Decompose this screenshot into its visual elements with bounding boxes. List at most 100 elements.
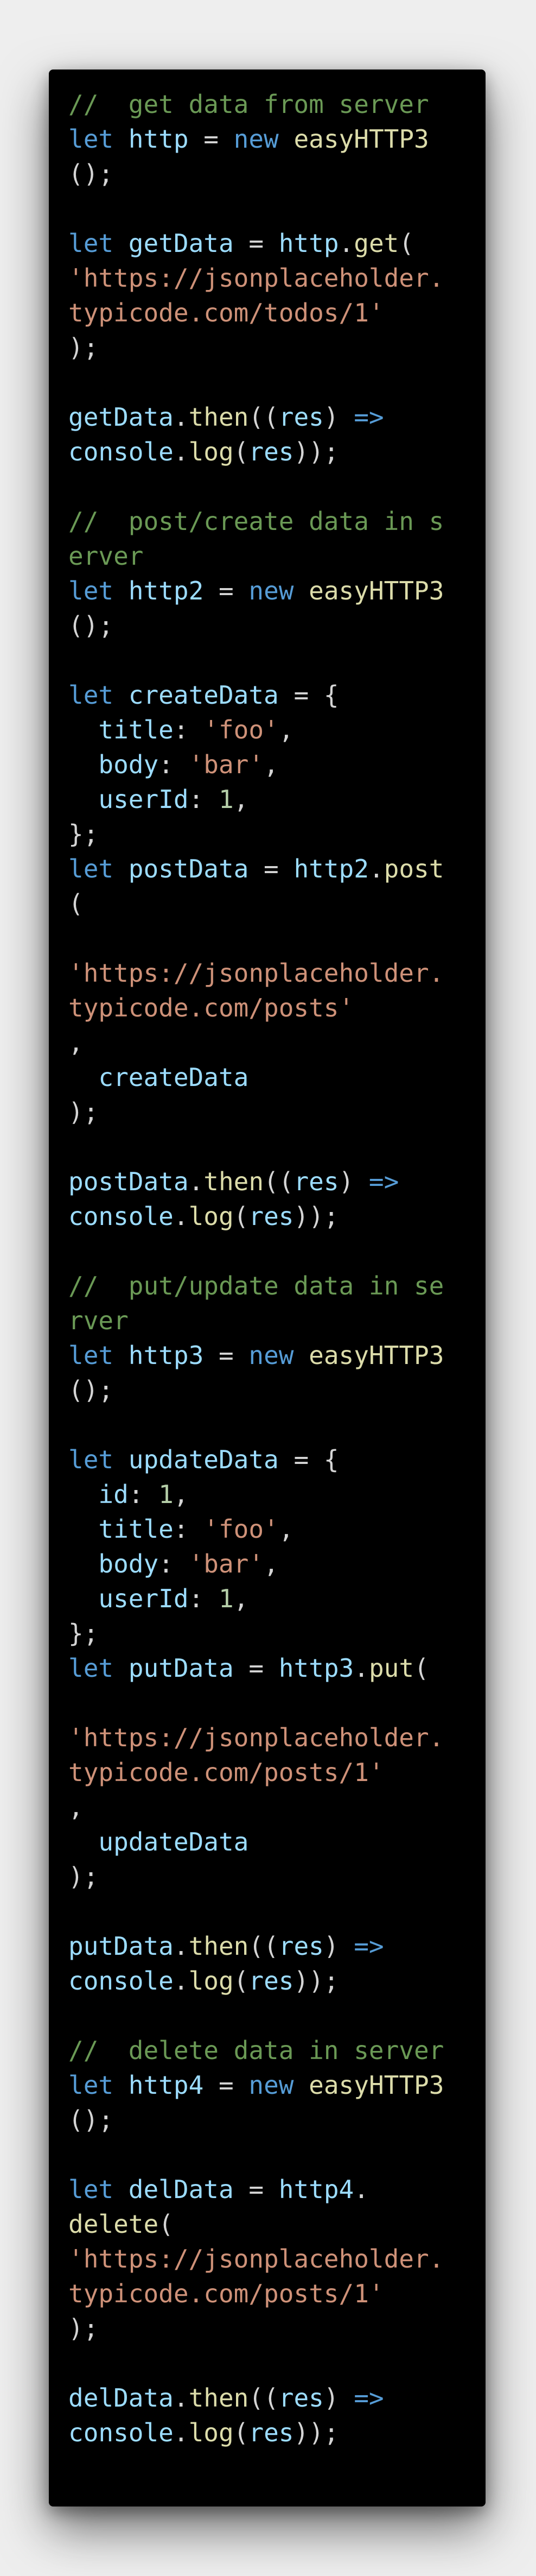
code-token-punc: .	[173, 2418, 189, 2447]
code-token-punc: ((	[248, 402, 279, 432]
code-line: body: 'bar',	[68, 1546, 466, 1581]
code-token-punc	[68, 1549, 98, 1579]
code-token-punc: )	[339, 1167, 369, 1196]
code-token-punc	[113, 1653, 129, 1683]
code-token-str: 'https://jsonplaceholder.	[68, 1723, 444, 1752]
code-token-punc: ));	[293, 1202, 339, 1231]
code-token-var: createData	[98, 1063, 249, 1092]
code-token-var: res	[248, 437, 294, 466]
code-token-kw: let	[68, 1445, 114, 1474]
code-token-var: delData	[128, 2175, 234, 2204]
code-token-fn: easyHTTP3	[293, 124, 429, 154]
code-token-kw: let	[68, 680, 114, 710]
code-token-var: http4	[128, 2070, 204, 2100]
code-token-var: res	[278, 1931, 324, 1961]
code-token-var: res	[278, 2383, 324, 2413]
code-token-punc	[113, 854, 129, 883]
code-line: ();	[68, 156, 466, 191]
code-line: // delete data in server	[68, 2033, 466, 2068]
code-token-fn: post	[384, 854, 444, 883]
code-token-num: 1	[218, 785, 234, 814]
code-line: ​	[68, 1998, 466, 2033]
code-line: );	[68, 1859, 466, 1894]
code-token-punc: (	[233, 2418, 249, 2447]
code-line: console.log(res));	[68, 1199, 466, 1234]
code-token-str: typicode.com/posts'	[68, 993, 354, 1022]
code-line: body: 'bar',	[68, 747, 466, 782]
code-line: ​	[68, 643, 466, 678]
code-block[interactable]: // get data from server let http = new ea…	[68, 87, 466, 2450]
code-token-var: console	[68, 1966, 174, 1996]
code-token-punc	[68, 1480, 98, 1509]
code-token-punc: );	[68, 1097, 99, 1127]
code-token-num: 1	[218, 1584, 234, 1613]
code-token-punc: =	[188, 124, 234, 154]
code-token-punc: ));	[293, 1966, 339, 1996]
code-token-kw: new	[248, 576, 294, 605]
code-token-punc: :	[158, 750, 189, 779]
code-token-punc: ();	[68, 159, 114, 188]
code-token-fn: get	[354, 229, 399, 258]
code-token-var: http2	[293, 854, 369, 883]
code-line: let delData = http4.	[68, 2172, 466, 2207]
code-line: rver	[68, 1303, 466, 1338]
code-token-punc	[293, 576, 309, 605]
code-token-fn: easyHTTP3	[309, 576, 444, 605]
code-token-var: body	[98, 750, 159, 779]
code-token-punc: = {	[278, 1445, 339, 1474]
code-token-kw: let	[68, 1653, 114, 1683]
code-token-punc	[68, 1514, 98, 1544]
code-token-punc: (	[414, 1653, 429, 1683]
code-token-punc: =	[203, 1341, 249, 1370]
code-token-punc: ((	[248, 2383, 279, 2413]
code-token-punc: .	[339, 229, 354, 258]
code-token-var: id	[98, 1480, 129, 1509]
code-token-str: 'foo'	[203, 715, 279, 744]
code-token-punc: ));	[293, 2418, 339, 2447]
code-token-var: http4	[278, 2175, 354, 2204]
code-token-punc	[113, 576, 129, 605]
code-token-punc: =	[233, 2175, 279, 2204]
code-line: );	[68, 2311, 466, 2346]
code-line: ,	[68, 1790, 466, 1824]
code-token-punc: :	[188, 785, 219, 814]
code-token-kw: =>	[354, 402, 384, 432]
code-token-comment: // get data from server	[68, 90, 429, 119]
code-line: ​	[68, 1407, 466, 1442]
code-line: putData.then((res) =>	[68, 1929, 466, 1963]
code-token-punc	[279, 124, 294, 154]
code-token-punc: .	[173, 437, 189, 466]
code-line: ​	[68, 191, 466, 226]
code-line: ();	[68, 1373, 466, 1407]
code-line: let postData = http2.post	[68, 851, 466, 886]
code-line: ​	[68, 1894, 466, 1929]
code-line: title: 'foo',	[68, 1512, 466, 1546]
code-token-var: updateData	[98, 1827, 249, 1857]
code-token-kw: let	[68, 1341, 114, 1370]
code-token-var: res	[293, 1167, 339, 1196]
code-token-punc: (	[399, 229, 414, 258]
code-token-var: getData	[68, 402, 174, 432]
code-token-punc: ,	[264, 750, 279, 779]
code-line: let updateData = {	[68, 1442, 466, 1477]
code-token-punc	[68, 1063, 98, 1092]
code-token-str: 'https://jsonplaceholder.	[68, 263, 444, 293]
code-token-punc: ();	[68, 2105, 114, 2135]
code-token-str: 'https://jsonplaceholder.	[68, 2244, 444, 2274]
code-token-var: getData	[128, 229, 234, 258]
code-token-var: putData	[68, 1931, 174, 1961]
code-line: typicode.com/todos/1'	[68, 295, 466, 330]
code-token-punc: (	[233, 1966, 249, 1996]
code-line: erver	[68, 539, 466, 573]
code-token-var: postData	[128, 854, 249, 883]
code-token-fn: delete	[68, 2209, 159, 2239]
code-token-fn: easyHTTP3	[309, 1341, 444, 1370]
code-token-var: http2	[128, 576, 204, 605]
code-line: // post/create data in s	[68, 504, 466, 539]
code-token-fn: log	[188, 437, 234, 466]
code-token-fn: log	[188, 1966, 234, 1996]
code-line: let createData = {	[68, 678, 466, 712]
code-token-punc: );	[68, 333, 99, 362]
code-token-punc: .	[173, 1931, 189, 1961]
code-token-fn: put	[368, 1653, 414, 1683]
